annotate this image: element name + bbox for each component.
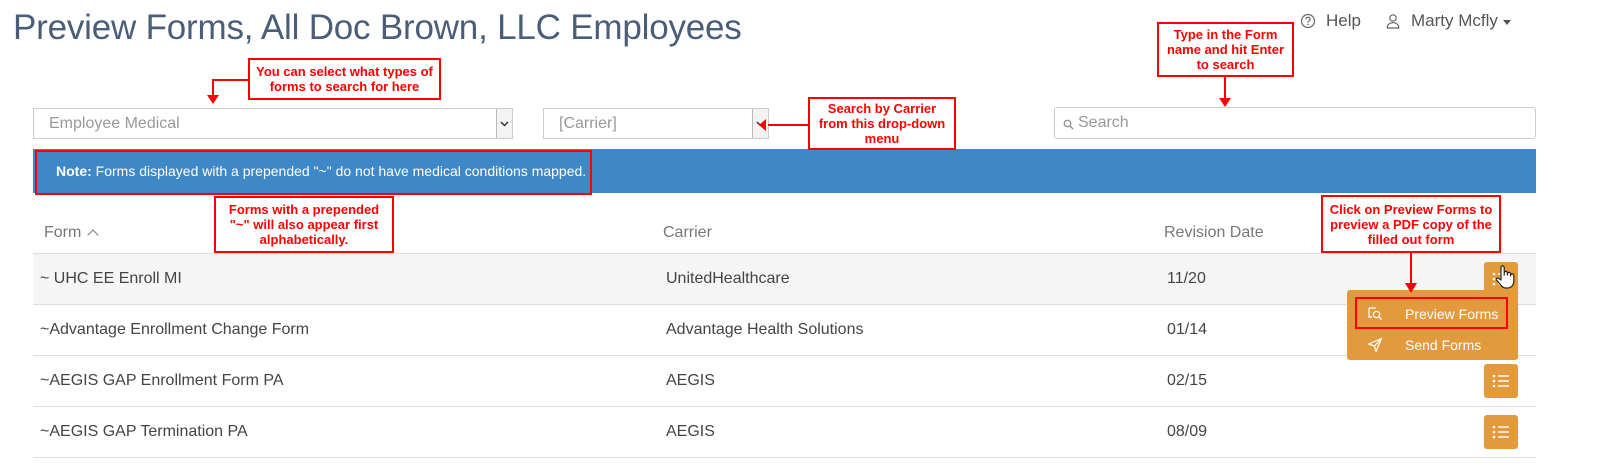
revision-date-cell: 08/09 — [1167, 423, 1208, 440]
user-icon[interactable] — [1385, 13, 1401, 29]
list-icon — [1492, 374, 1509, 388]
form-name-cell: ~AEGIS GAP Termination PA — [40, 423, 248, 440]
revision-date-cell: 01/14 — [1167, 321, 1208, 338]
top-bar: Help Marty Mcfly — [1300, 10, 1511, 32]
menu-item-send-forms[interactable]: Send Forms — [1347, 329, 1518, 360]
column-header-carrier[interactable]: Carrier — [663, 224, 712, 242]
revision-date-cell: 02/15 — [1167, 372, 1208, 389]
page-title: Preview Forms, All Doc Brown, LLC Employ… — [13, 8, 742, 47]
preview-forms-highlight-box — [1355, 297, 1508, 329]
form-name-cell: ~Advantage Enrollment Change Form — [40, 321, 310, 338]
search-icon — [1063, 117, 1074, 130]
form-type-select[interactable]: Employee Medical — [33, 108, 513, 139]
callout-form-type: You can select what types of forms to se… — [248, 58, 441, 100]
table-row: ~AEGIS GAP Enrollment Form PA AEGIS 02/1… — [33, 356, 1536, 407]
chevron-down-icon[interactable] — [496, 109, 512, 138]
callout-preview: Click on Preview Forms to preview a PDF … — [1321, 195, 1501, 253]
table-row: ~ UHC EE Enroll MI UnitedHealthcare 11/2… — [33, 254, 1536, 305]
carrier-cell: UnitedHealthcare — [666, 270, 790, 287]
arrow-form-type — [212, 79, 248, 98]
send-forms-label: Send Forms — [1405, 337, 1482, 353]
chevron-down-icon[interactable] — [1502, 19, 1511, 25]
form-name-cell: ~AEGIS GAP Enrollment Form PA — [40, 372, 284, 389]
carrier-cell: AEGIS — [666, 423, 715, 440]
help-link[interactable]: Help — [1326, 11, 1361, 31]
row-actions-button[interactable] — [1484, 415, 1518, 449]
search-input[interactable]: Search — [1054, 107, 1536, 139]
search-placeholder: Search — [1078, 114, 1129, 131]
list-icon — [1492, 425, 1509, 439]
table-row: ~AEGIS GAP Termination PA AEGIS 08/09 — [33, 407, 1536, 458]
user-menu[interactable]: Marty Mcfly — [1411, 11, 1498, 31]
callout-carrier: Search by Carrier from this drop-down me… — [808, 97, 956, 150]
callout-prepended: Forms with a prepended "~" will also app… — [214, 196, 394, 253]
carrier-value: [Carrier] — [559, 115, 617, 132]
hand-cursor-icon — [1495, 265, 1515, 289]
table-row: ~Advantage Enrollment Change Form Advant… — [33, 305, 1536, 356]
carrier-cell: AEGIS — [666, 372, 715, 389]
column-header-form[interactable]: Form — [44, 224, 99, 242]
revision-date-cell: 11/20 — [1167, 270, 1206, 287]
row-actions-button[interactable] — [1484, 364, 1518, 398]
form-name-cell: ~ UHC EE Enroll MI — [40, 270, 182, 287]
callout-search: Type in the Form name and hit Enter to s… — [1157, 22, 1294, 77]
question-circle-icon[interactable] — [1300, 13, 1316, 29]
sort-ascending-icon — [87, 229, 99, 241]
form-type-value: Employee Medical — [49, 115, 180, 132]
note-highlight-box — [35, 150, 592, 195]
column-header-form-label: Form — [44, 224, 82, 241]
carrier-select[interactable]: [Carrier] — [543, 108, 769, 139]
send-icon — [1367, 337, 1383, 353]
column-header-revision-date[interactable]: Revision Date — [1164, 224, 1264, 242]
carrier-cell: Advantage Health Solutions — [666, 321, 864, 338]
chevron-down-icon[interactable] — [752, 109, 768, 138]
